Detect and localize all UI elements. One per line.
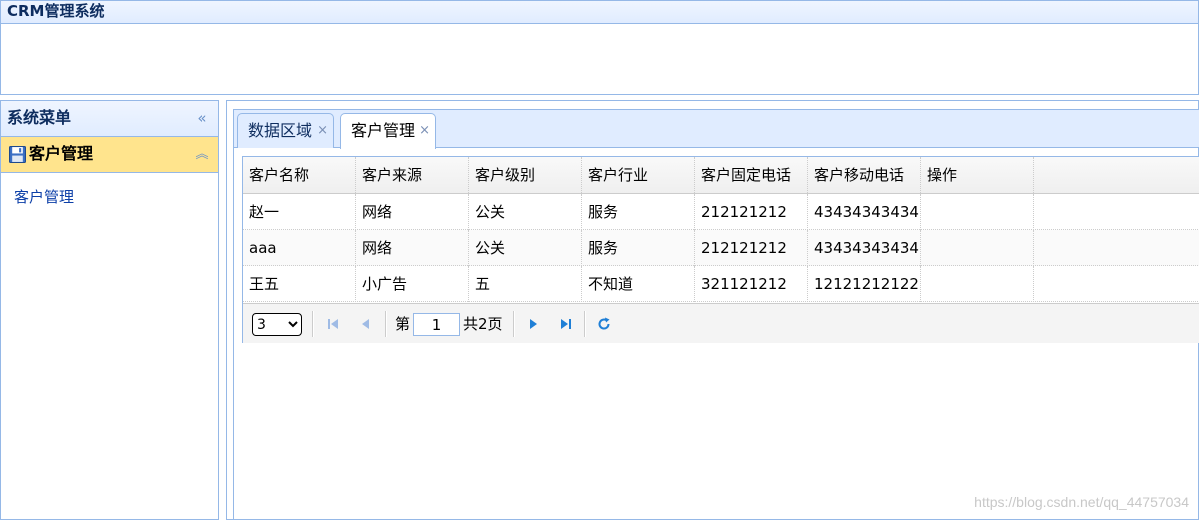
watermark-text: https://blog.csdn.net/qq_44757034 [974, 494, 1189, 510]
column-header[interactable]: 客户固定电话 [695, 157, 808, 193]
page-size-select[interactable]: 3 [252, 313, 302, 336]
table-cell: 服务 [582, 194, 695, 230]
tab-data-area[interactable]: 数据区域 × [237, 113, 334, 148]
table-cell: 212121212 [695, 230, 808, 266]
table-cell: 321121212 [695, 266, 808, 302]
north-region: CRM管理系统 [0, 0, 1199, 95]
west-panel-title: 系统菜单 [7, 108, 72, 127]
table-cell: 12121212122121 [808, 266, 921, 302]
center-region: 数据区域 × 客户管理 × 客户名称 客户来源 客户级别 客户行业 客户固定电话… [226, 100, 1199, 520]
separator [312, 311, 314, 337]
column-header[interactable]: 客户名称 [243, 157, 356, 193]
table-row[interactable]: aaa 网络 公关 服务 212121212 43434343434343 [243, 230, 1199, 266]
table-cell: 赵一 [243, 194, 356, 230]
chevron-up-icon[interactable]: ︽ [194, 146, 210, 164]
accordion-header-customer[interactable]: 客户管理 ︽ [1, 137, 218, 173]
accordion-title: 客户管理 [29, 144, 94, 163]
separator [584, 311, 586, 337]
grid-header: 客户名称 客户来源 客户级别 客户行业 客户固定电话 客户移动电话 操作 [243, 157, 1199, 194]
close-icon[interactable]: × [419, 114, 430, 147]
table-cell: 网络 [356, 194, 469, 230]
table-cell: 王五 [243, 266, 356, 302]
page-prefix-label: 第 [395, 315, 411, 333]
save-icon [9, 146, 26, 163]
close-icon[interactable]: × [317, 114, 328, 147]
tab-label: 数据区域 [248, 121, 313, 140]
table-cell: 43434343434343 [808, 230, 921, 266]
tab-panel-border [233, 148, 239, 520]
table-cell: 公关 [469, 230, 582, 266]
table-cell: 212121212 [695, 194, 808, 230]
column-header[interactable]: 客户级别 [469, 157, 582, 193]
table-cell: 网络 [356, 230, 469, 266]
table-cell [921, 230, 1034, 266]
table-cell: 不知道 [582, 266, 695, 302]
table-cell [921, 266, 1034, 302]
refresh-icon[interactable] [594, 314, 614, 334]
separator [385, 311, 387, 337]
last-page-icon[interactable] [556, 314, 576, 334]
pagination-bar: 3 第 共2页 [243, 303, 1199, 343]
table-cell: 服务 [582, 230, 695, 266]
column-header[interactable]: 客户移动电话 [808, 157, 921, 193]
column-header[interactable]: 客户行业 [582, 157, 695, 193]
previous-page-icon[interactable] [356, 314, 376, 334]
west-panel-header: 系统菜单 « [1, 101, 218, 137]
table-cell: 公关 [469, 194, 582, 230]
table-cell: aaa [243, 230, 356, 266]
west-menu-panel: 系统菜单 « 客户管理 ︽ 客户管理 [0, 100, 219, 520]
collapse-left-icon[interactable]: « [194, 109, 210, 127]
table-cell: 小广告 [356, 266, 469, 302]
current-page-input[interactable] [413, 313, 460, 336]
menu-item-customer-management[interactable]: 客户管理 [1, 186, 218, 207]
first-page-icon[interactable] [323, 314, 343, 334]
separator [513, 311, 515, 337]
customer-datagrid: 客户名称 客户来源 客户级别 客户行业 客户固定电话 客户移动电话 操作 赵一 … [242, 156, 1199, 343]
tab-customer-management[interactable]: 客户管理 × [340, 113, 436, 149]
table-cell [921, 194, 1034, 230]
next-page-icon[interactable] [523, 314, 543, 334]
tab-label: 客户管理 [351, 121, 416, 140]
table-cell: 43434343434343 [808, 194, 921, 230]
app-title: CRM管理系统 [1, 1, 1198, 24]
table-row[interactable]: 王五 小广告 五 不知道 321121212 12121212122121 [243, 266, 1199, 302]
table-row[interactable]: 赵一 网络 公关 服务 212121212 43434343434343 [243, 194, 1199, 230]
total-pages-label: 共2页 [463, 315, 503, 333]
column-header[interactable]: 操作 [921, 157, 1034, 193]
table-cell: 五 [469, 266, 582, 302]
tab-strip: 数据区域 × 客户管理 × [233, 109, 1199, 149]
column-header[interactable]: 客户来源 [356, 157, 469, 193]
